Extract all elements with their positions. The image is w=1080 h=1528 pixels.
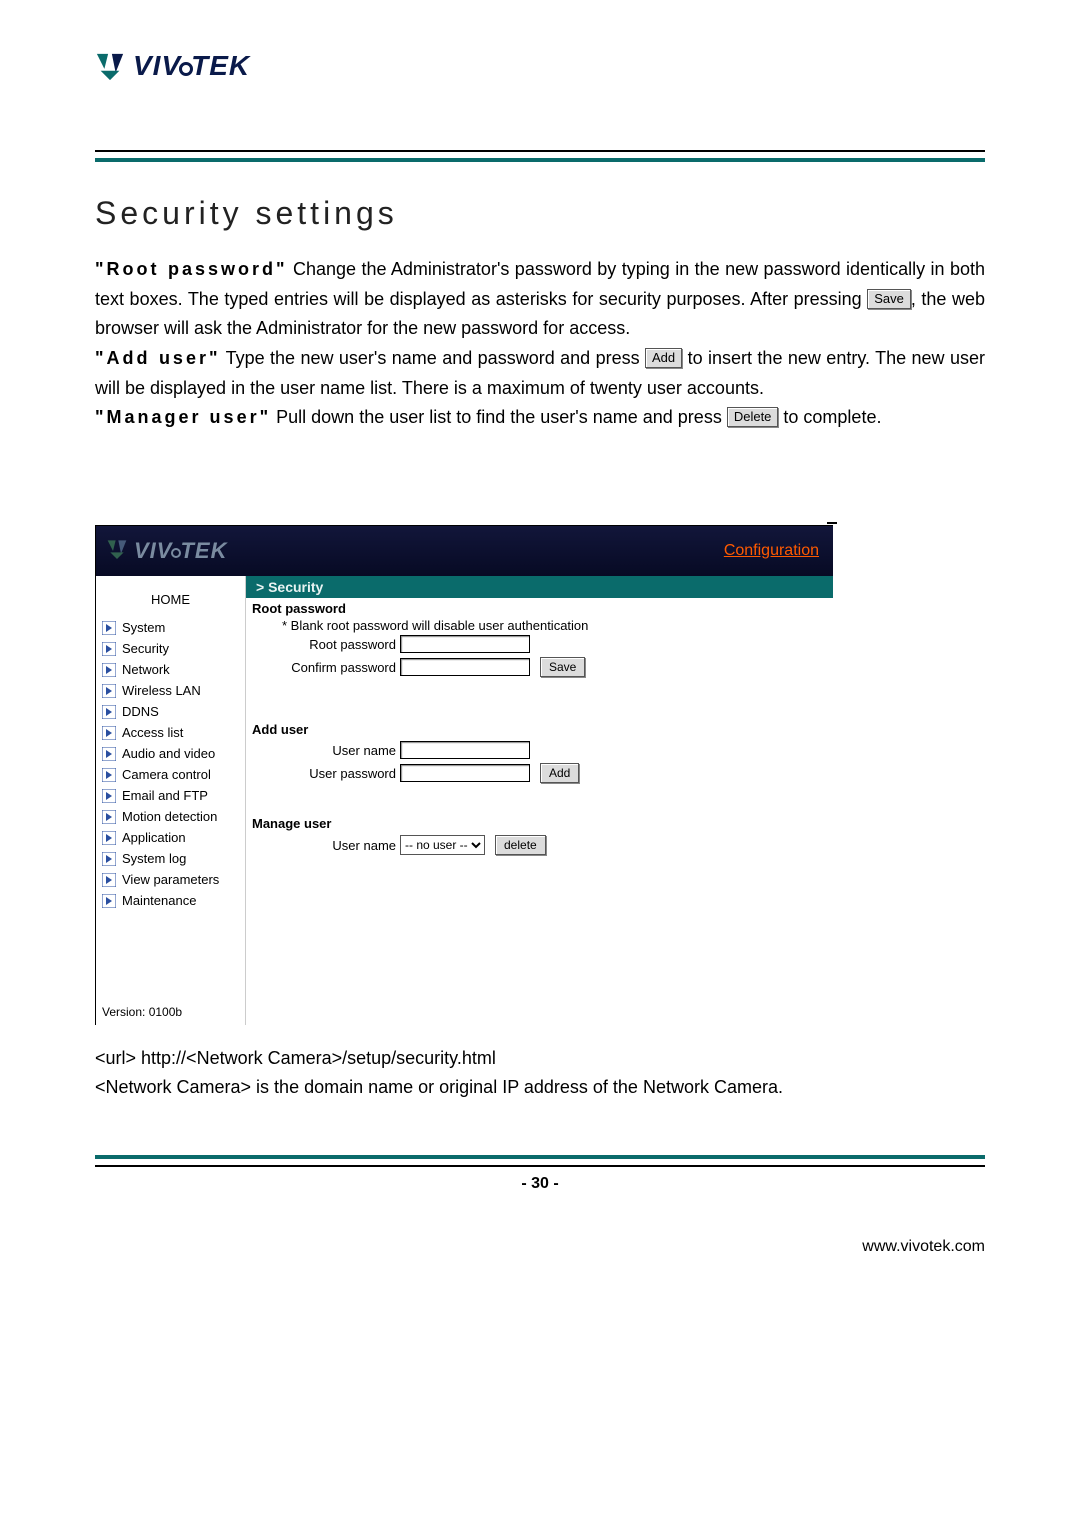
arrow-right-icon: [102, 663, 116, 677]
root-password-input[interactable]: [400, 635, 530, 653]
add-user-password-input[interactable]: [400, 764, 530, 782]
arrow-right-icon: [102, 621, 116, 635]
confirm-password-input[interactable]: [400, 658, 530, 676]
panel-header: VIVTEK Configuration: [96, 526, 833, 576]
text-manager-user-before: Pull down the user list to find the user…: [276, 407, 727, 427]
sidebar-item-motion-detection[interactable]: Motion detection: [96, 806, 245, 827]
save-button[interactable]: Save: [540, 657, 585, 677]
breadcrumb: > Security: [246, 576, 833, 598]
delete-button[interactable]: delete: [495, 835, 546, 855]
sidebar-item-access-list[interactable]: Access list: [96, 722, 245, 743]
arrow-right-icon: [102, 705, 116, 719]
page-number: - 30 -: [0, 1175, 1080, 1193]
section-title-manage-user: Manage user: [252, 814, 827, 833]
arrow-right-icon: [102, 831, 116, 845]
sidebar-item-label: Motion detection: [122, 809, 217, 824]
body-text: "Root password" Change the Administrator…: [95, 255, 985, 433]
sidebar-item-application[interactable]: Application: [96, 827, 245, 848]
sidebar-item-label: DDNS: [122, 704, 159, 719]
page-title: Security settings: [95, 195, 985, 232]
manage-user-name-label: User name: [252, 838, 396, 853]
sidebar-item-view-parameters[interactable]: View parameters: [96, 869, 245, 890]
term-root-password: "Root password": [95, 259, 288, 279]
manage-user-select[interactable]: -- no user --: [400, 835, 485, 855]
panel-tick-mark: [827, 522, 837, 524]
sidebar-home[interactable]: HOME: [96, 586, 245, 617]
root-password-label: Root password: [252, 637, 396, 652]
panel-logo-mark: [106, 539, 128, 564]
sidebar-item-label: Maintenance: [122, 893, 196, 908]
panel-content: > Security Root password * Blank root pa…: [246, 576, 833, 1025]
inline-save-button-icon: Save: [867, 289, 911, 309]
divider-top: [95, 150, 985, 162]
text-add-user-before: Type the new user's name and password an…: [226, 348, 645, 368]
arrow-right-icon: [102, 684, 116, 698]
inline-delete-button-icon: Delete: [727, 407, 779, 427]
sidebar-item-label: Email and FTP: [122, 788, 208, 803]
brand-logo-text: VIVTEK: [133, 50, 250, 82]
sidebar-item-label: Access list: [122, 725, 183, 740]
arrow-right-icon: [102, 873, 116, 887]
sidebar-item-system[interactable]: System: [96, 617, 245, 638]
arrow-right-icon: [102, 726, 116, 740]
term-manager-user: "Manager user": [95, 407, 271, 427]
configuration-link[interactable]: Configuration: [724, 542, 819, 560]
add-user-name-input[interactable]: [400, 741, 530, 759]
sidebar-item-label: Wireless LAN: [122, 683, 201, 698]
sidebar-item-audio-video[interactable]: Audio and video: [96, 743, 245, 764]
section-manage-user: Manage user User name -- no user -- dele…: [246, 813, 833, 863]
add-user-name-label: User name: [252, 743, 396, 758]
version-label: Version: 0100b: [96, 997, 245, 1019]
root-password-note: * Blank root password will disable user …: [252, 618, 827, 633]
sidebar-item-camera-control[interactable]: Camera control: [96, 764, 245, 785]
configuration-panel: VIVTEK Configuration HOME System Securit…: [95, 525, 833, 1025]
text-manager-user-after: to complete.: [778, 407, 881, 427]
sidebar-item-maintenance[interactable]: Maintenance: [96, 890, 245, 911]
sidebar: HOME System Security Network Wireless LA…: [96, 576, 246, 1025]
url-block: <url> http://<Network Camera>/setup/secu…: [95, 1044, 985, 1102]
arrow-right-icon: [102, 789, 116, 803]
sidebar-item-label: View parameters: [122, 872, 219, 887]
inline-add-button-icon: Add: [645, 348, 682, 368]
url-line-2: <Network Camera> is the domain name or o…: [95, 1073, 985, 1102]
sidebar-item-label: System log: [122, 851, 186, 866]
add-button[interactable]: Add: [540, 763, 579, 783]
arrow-right-icon: [102, 894, 116, 908]
sidebar-item-label: Application: [122, 830, 186, 845]
sidebar-item-label: System: [122, 620, 165, 635]
footer-url: www.vivotek.com: [862, 1238, 985, 1256]
arrow-right-icon: [102, 747, 116, 761]
arrow-right-icon: [102, 768, 116, 782]
sidebar-item-label: Camera control: [122, 767, 211, 782]
brand-logo-mark: [95, 52, 125, 80]
sidebar-item-network[interactable]: Network: [96, 659, 245, 680]
sidebar-item-label: Audio and video: [122, 746, 215, 761]
panel-logo: VIVTEK: [106, 538, 227, 564]
section-add-user: Add user User name User password Add: [246, 719, 833, 791]
add-user-password-label: User password: [252, 766, 396, 781]
confirm-password-label: Confirm password: [252, 660, 396, 675]
sidebar-item-system-log[interactable]: System log: [96, 848, 245, 869]
sidebar-item-label: Network: [122, 662, 170, 677]
arrow-right-icon: [102, 852, 116, 866]
sidebar-item-ddns[interactable]: DDNS: [96, 701, 245, 722]
arrow-right-icon: [102, 810, 116, 824]
sidebar-item-wireless-lan[interactable]: Wireless LAN: [96, 680, 245, 701]
brand-logo-top: VIVTEK: [95, 50, 250, 82]
sidebar-item-email-ftp[interactable]: Email and FTP: [96, 785, 245, 806]
section-title-root-password: Root password: [252, 599, 827, 618]
url-line-1: <url> http://<Network Camera>/setup/secu…: [95, 1044, 985, 1073]
panel-logo-text: VIVTEK: [134, 538, 227, 564]
section-title-add-user: Add user: [252, 720, 827, 739]
sidebar-item-security[interactable]: Security: [96, 638, 245, 659]
arrow-right-icon: [102, 642, 116, 656]
section-root-password: Root password * Blank root password will…: [246, 598, 833, 685]
divider-bottom: [95, 1155, 985, 1167]
sidebar-item-label: Security: [122, 641, 169, 656]
term-add-user: "Add user": [95, 348, 221, 368]
